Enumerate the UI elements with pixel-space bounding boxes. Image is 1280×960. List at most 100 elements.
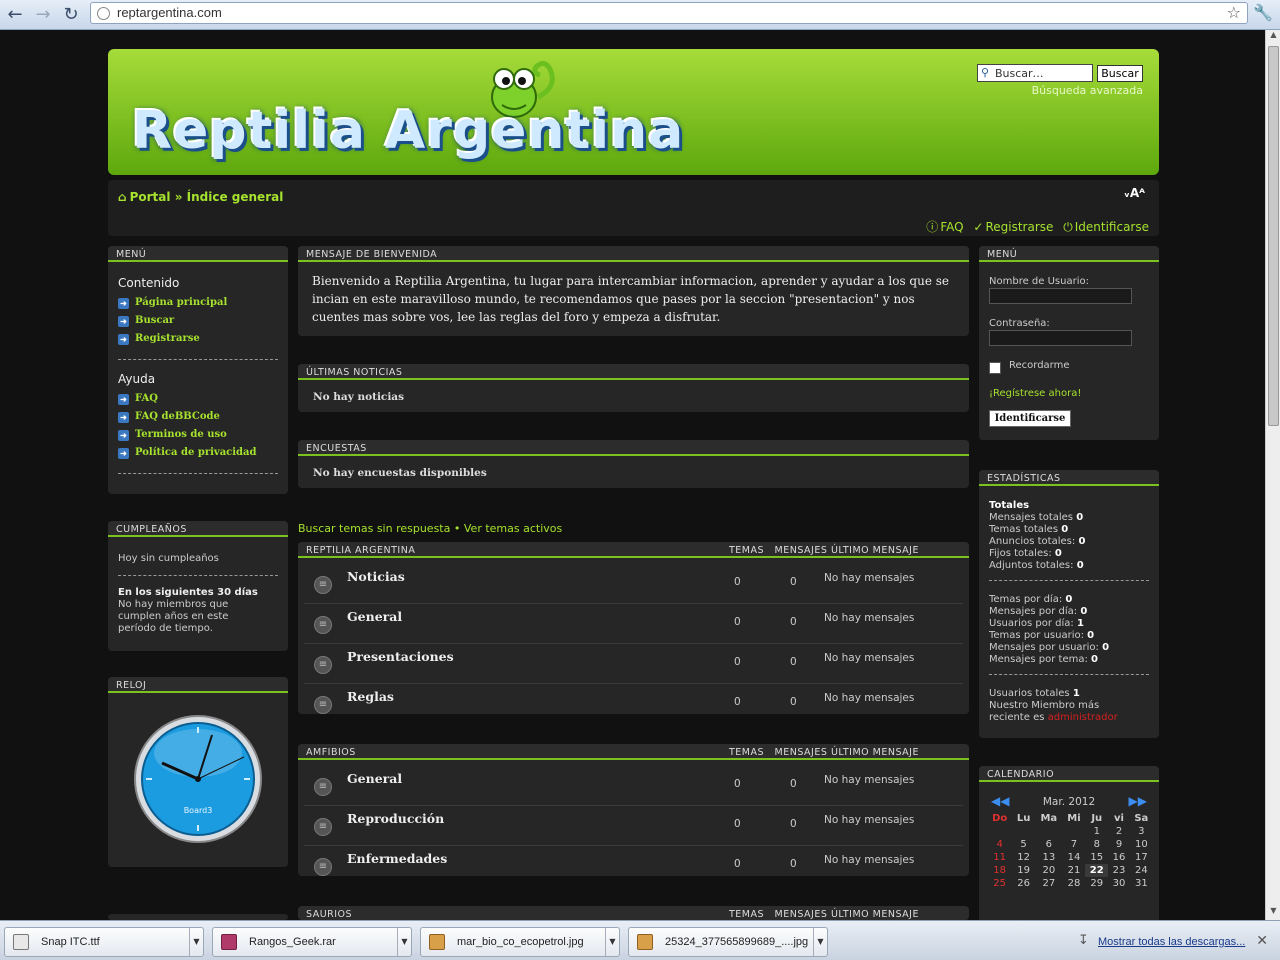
chevron-down-icon[interactable]: ▼: [189, 928, 203, 956]
newest-member-link[interactable]: administrador: [1048, 712, 1118, 723]
download-item[interactable]: 25324_377565899689_....jpg ▼: [628, 927, 828, 957]
stat-line: Mensajes totales 0: [989, 512, 1084, 523]
calendar-day: 8: [1093, 839, 1100, 850]
chevron-down-icon[interactable]: ▼: [813, 928, 827, 956]
forum-last-post: No hay mensajes: [824, 854, 915, 866]
menu-item-register[interactable]: ➜ Registrarse: [118, 333, 200, 345]
login-panel: MENÚ Nombre de Usuario: Contraseña: Reco…: [979, 246, 1159, 440]
menu-item-terms[interactable]: ➜ Terminos de uso: [118, 429, 227, 441]
vertical-scrollbar[interactable]: ▲ ▼: [1265, 30, 1280, 920]
download-filename: 25324_377565899689_....jpg: [665, 936, 809, 948]
calendar-day: 11: [993, 852, 1007, 863]
category-title[interactable]: REPTILIA ARGENTINA: [306, 545, 415, 556]
forum-row[interactable]: ≡ Presentaciones 0 0 No hay mensajes: [304, 644, 963, 684]
forum-row[interactable]: ≡ Noticias 0 0 No hay mensajes: [304, 564, 963, 604]
news-panel: ÚLTIMAS NOTICIAS No hay noticias: [298, 364, 969, 412]
left-menu-title: MENÚ: [108, 246, 288, 262]
forum-row[interactable]: ≡ General 0 0 No hay mensajes: [304, 604, 963, 644]
divider: [118, 359, 278, 360]
register-now-link[interactable]: ¡Regístrese ahora!: [989, 388, 1081, 399]
calendar-day: 1: [1093, 826, 1100, 837]
search-input[interactable]: [995, 66, 1089, 80]
font-size-control[interactable]: ᵥAᴬ: [1124, 186, 1145, 200]
scroll-down-arrow-icon[interactable]: ▼: [1266, 906, 1280, 920]
menu-item-faq[interactable]: ➜ FAQ: [118, 393, 158, 405]
remember-checkbox[interactable]: [989, 362, 1001, 374]
address-bar[interactable]: reptargentina.com ☆: [90, 2, 1248, 24]
unanswered-topics-link[interactable]: Buscar temas sin respuesta: [298, 522, 450, 535]
reload-icon[interactable]: ↻: [60, 4, 82, 26]
forum-row[interactable]: ≡ Reglas 0 0 No hay mensajes: [304, 684, 963, 724]
bookmark-star-icon[interactable]: ☆: [1227, 3, 1241, 22]
category-title[interactable]: AMFIBIOS: [306, 747, 356, 758]
menu-item-search[interactable]: ➜ Buscar: [118, 315, 174, 327]
password-input[interactable]: [989, 330, 1132, 346]
weekday-label: Mi: [1067, 813, 1081, 824]
login-link[interactable]: Identificarse: [1075, 220, 1149, 234]
advanced-search-link[interactable]: Búsqueda avanzada: [1032, 84, 1143, 97]
breadcrumb-portal[interactable]: Portal: [130, 190, 171, 204]
register-link[interactable]: Registrarse: [985, 220, 1053, 234]
calendar-day-today: 22: [1085, 864, 1109, 877]
forum-topics-count: 0: [734, 656, 741, 668]
image-file-icon: [429, 934, 445, 950]
active-topics-link[interactable]: Ver temas activos: [464, 522, 562, 535]
forum-read-icon: ≡: [314, 656, 332, 674]
scrollbar-thumb[interactable]: [1268, 46, 1279, 426]
forum-row[interactable]: ≡ General 0 0 No hay mensajes: [304, 766, 963, 806]
calendar-day: 26: [1017, 878, 1030, 889]
polls-title: ENCUESTAS: [298, 440, 969, 456]
forum-name[interactable]: General: [347, 771, 402, 786]
breadcrumb-index[interactable]: Índice general: [187, 190, 284, 204]
link-separator: •: [453, 522, 461, 535]
category-title[interactable]: SAURIOS: [306, 909, 352, 920]
username-input[interactable]: [989, 288, 1132, 304]
search-field[interactable]: ⚲: [977, 64, 1093, 82]
chevron-down-icon[interactable]: ▼: [397, 928, 411, 956]
font-file-icon: [13, 934, 29, 950]
calendar-day: 19: [1017, 865, 1030, 876]
forward-arrow-icon[interactable]: →: [32, 4, 54, 26]
menu-item-bbcode-faq[interactable]: ➜ FAQ deBBCode: [118, 411, 220, 423]
download-item[interactable]: Snap ITC.ttf ▼: [4, 927, 204, 957]
forum-row[interactable]: ≡ Reproducción 0 0 No hay mensajes: [304, 806, 963, 846]
username-label: Nombre de Usuario:: [989, 276, 1089, 287]
site-logo[interactable]: Reptilia Argentina: [132, 101, 684, 161]
calendar-day: 4: [996, 839, 1003, 850]
welcome-text: Bienvenido a Reptilia Argentina, tu luga…: [312, 274, 950, 324]
calendar-day: 5: [1020, 839, 1027, 850]
calendar-next-icon[interactable]: ▶▶: [1129, 794, 1147, 808]
newest-member-label: Nuestro Miembro más: [989, 700, 1100, 711]
download-item[interactable]: Rangos_Geek.rar ▼: [212, 927, 412, 957]
forum-name[interactable]: Noticias: [347, 569, 405, 584]
back-arrow-icon[interactable]: ←: [4, 4, 26, 26]
birthdays-title: CUMPLEAÑOS: [108, 521, 288, 537]
scroll-up-arrow-icon[interactable]: ▲: [1266, 30, 1280, 44]
login-button[interactable]: Identificarse: [989, 410, 1071, 427]
weekday-label: Lu: [1016, 813, 1031, 824]
close-icon[interactable]: ✕: [1256, 933, 1268, 949]
calendar-day: [1063, 825, 1085, 838]
faq-link[interactable]: FAQ: [940, 220, 963, 234]
menu-item-privacy[interactable]: ➜ Política de privacidad: [118, 447, 257, 459]
search-button[interactable]: Buscar: [1097, 65, 1143, 82]
home-icon: ⌂: [118, 190, 127, 204]
forum-read-icon: ≡: [314, 778, 332, 796]
chevron-down-icon[interactable]: ▼: [605, 928, 619, 956]
welcome-title: MENSAJE DE BIENVENIDA: [298, 246, 969, 262]
show-all-downloads-link[interactable]: Mostrar todas las descargas...: [1098, 936, 1245, 948]
forum-name[interactable]: Reproducción: [347, 811, 444, 826]
forum-name[interactable]: Presentaciones: [347, 649, 454, 664]
forum-last-post: No hay mensajes: [824, 612, 915, 624]
forum-row[interactable]: ≡ Enfermedades 0 0 No hay mensajes: [304, 846, 963, 886]
forum-name[interactable]: Enfermedades: [347, 851, 447, 866]
wrench-icon[interactable]: 🔧: [1252, 3, 1274, 25]
download-item[interactable]: mar_bio_co_ecopetrol.jpg ▼: [420, 927, 620, 957]
forum-name[interactable]: General: [347, 609, 402, 624]
stat-line: Temas por día: 0: [989, 594, 1073, 605]
calendar-day: 2: [1115, 826, 1123, 837]
calendar-day: [987, 825, 1012, 838]
forum-posts-count: 0: [790, 576, 797, 588]
forum-name[interactable]: Reglas: [347, 689, 394, 704]
menu-item-home[interactable]: ➜ Página principal: [118, 297, 227, 309]
